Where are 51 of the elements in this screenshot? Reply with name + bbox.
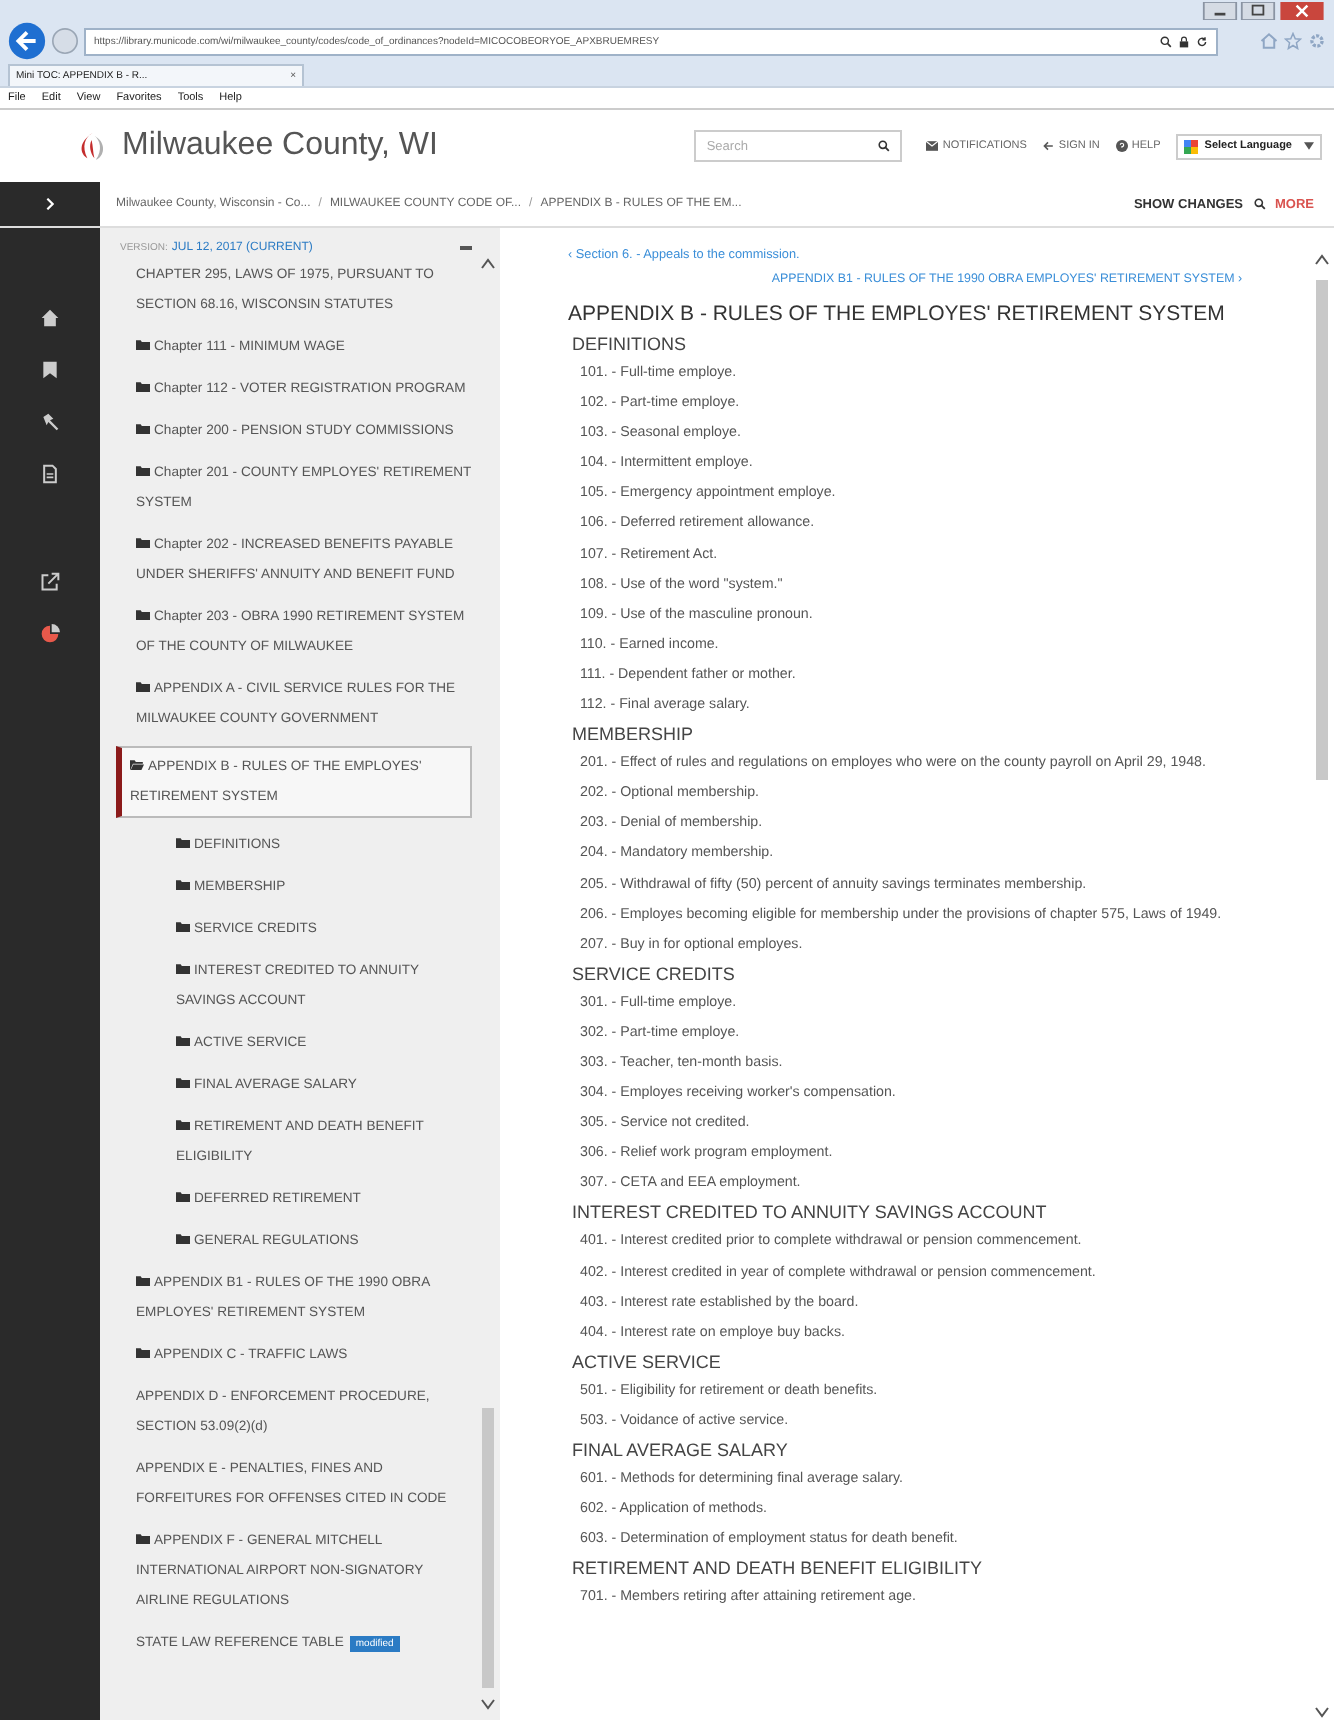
folder-icon bbox=[136, 339, 150, 350]
folder-icon bbox=[136, 465, 150, 476]
section-heading[interactable]: DEFINITIONS bbox=[568, 330, 1242, 358]
star-icon[interactable] bbox=[1284, 32, 1302, 50]
envelope-icon bbox=[926, 140, 939, 152]
section-heading[interactable]: ACTIVE SERVICE bbox=[568, 1347, 1242, 1376]
bookmark-icon[interactable] bbox=[40, 360, 60, 380]
restore-icon[interactable] bbox=[1240, 2, 1276, 20]
dropdown-arrow-icon bbox=[1304, 142, 1314, 150]
folder-icon bbox=[176, 963, 190, 974]
home-icon[interactable] bbox=[40, 308, 60, 328]
folder-icon bbox=[176, 1077, 190, 1088]
external-link-icon[interactable] bbox=[40, 572, 60, 592]
search-icon[interactable] bbox=[878, 140, 891, 152]
chevron-right-icon[interactable] bbox=[46, 198, 54, 210]
section-heading[interactable]: INTEREST CREDITED TO ANNUITY SAVINGS ACCOUNT bbox=[568, 1198, 1242, 1227]
section-heading[interactable]: MEMBERSHIP bbox=[568, 720, 1242, 749]
folder-icon bbox=[176, 837, 190, 848]
sign-in-icon bbox=[1042, 140, 1055, 152]
folder-icon bbox=[136, 1275, 150, 1286]
folder-icon bbox=[136, 381, 150, 392]
section-heading[interactable]: RETIREMENT AND DEATH BENEFIT ELIGIBILITY bbox=[568, 1554, 1242, 1583]
folder-icon bbox=[136, 423, 150, 434]
minimize-icon[interactable] bbox=[1202, 2, 1238, 20]
translate-icon bbox=[1184, 139, 1199, 153]
folder-icon bbox=[176, 1191, 190, 1202]
site-title[interactable]: Milwaukee County, WI bbox=[122, 128, 438, 164]
folder-icon bbox=[176, 879, 190, 890]
close-icon[interactable] bbox=[1278, 2, 1326, 20]
hammer-icon[interactable] bbox=[40, 412, 60, 432]
search-icon[interactable] bbox=[1160, 35, 1172, 47]
lock-icon bbox=[1178, 35, 1190, 47]
open-folder-icon bbox=[130, 759, 144, 770]
folder-icon bbox=[176, 1035, 190, 1046]
section-heading[interactable]: SERVICE CREDITS bbox=[568, 959, 1242, 988]
page-heading: APPENDIX B - RULES OF THE EMPLOYES' RETIREMENT SYSTEM bbox=[568, 300, 1227, 330]
folder-icon bbox=[176, 921, 190, 932]
refresh-icon[interactable] bbox=[1196, 35, 1208, 47]
folder-icon bbox=[136, 681, 150, 692]
search-icon[interactable] bbox=[1253, 198, 1265, 210]
pie-chart-icon[interactable] bbox=[40, 624, 60, 644]
folder-icon bbox=[136, 609, 150, 620]
folder-icon bbox=[176, 1119, 190, 1130]
back-icon[interactable] bbox=[8, 22, 46, 60]
section-heading[interactable]: FINAL AVERAGE SALARY bbox=[568, 1436, 1242, 1464]
help-icon bbox=[1115, 140, 1128, 152]
document-icon[interactable] bbox=[40, 464, 60, 484]
folder-icon bbox=[136, 1347, 150, 1358]
folder-icon bbox=[136, 537, 150, 548]
folder-icon bbox=[176, 1233, 190, 1244]
folder-icon bbox=[136, 1533, 150, 1544]
